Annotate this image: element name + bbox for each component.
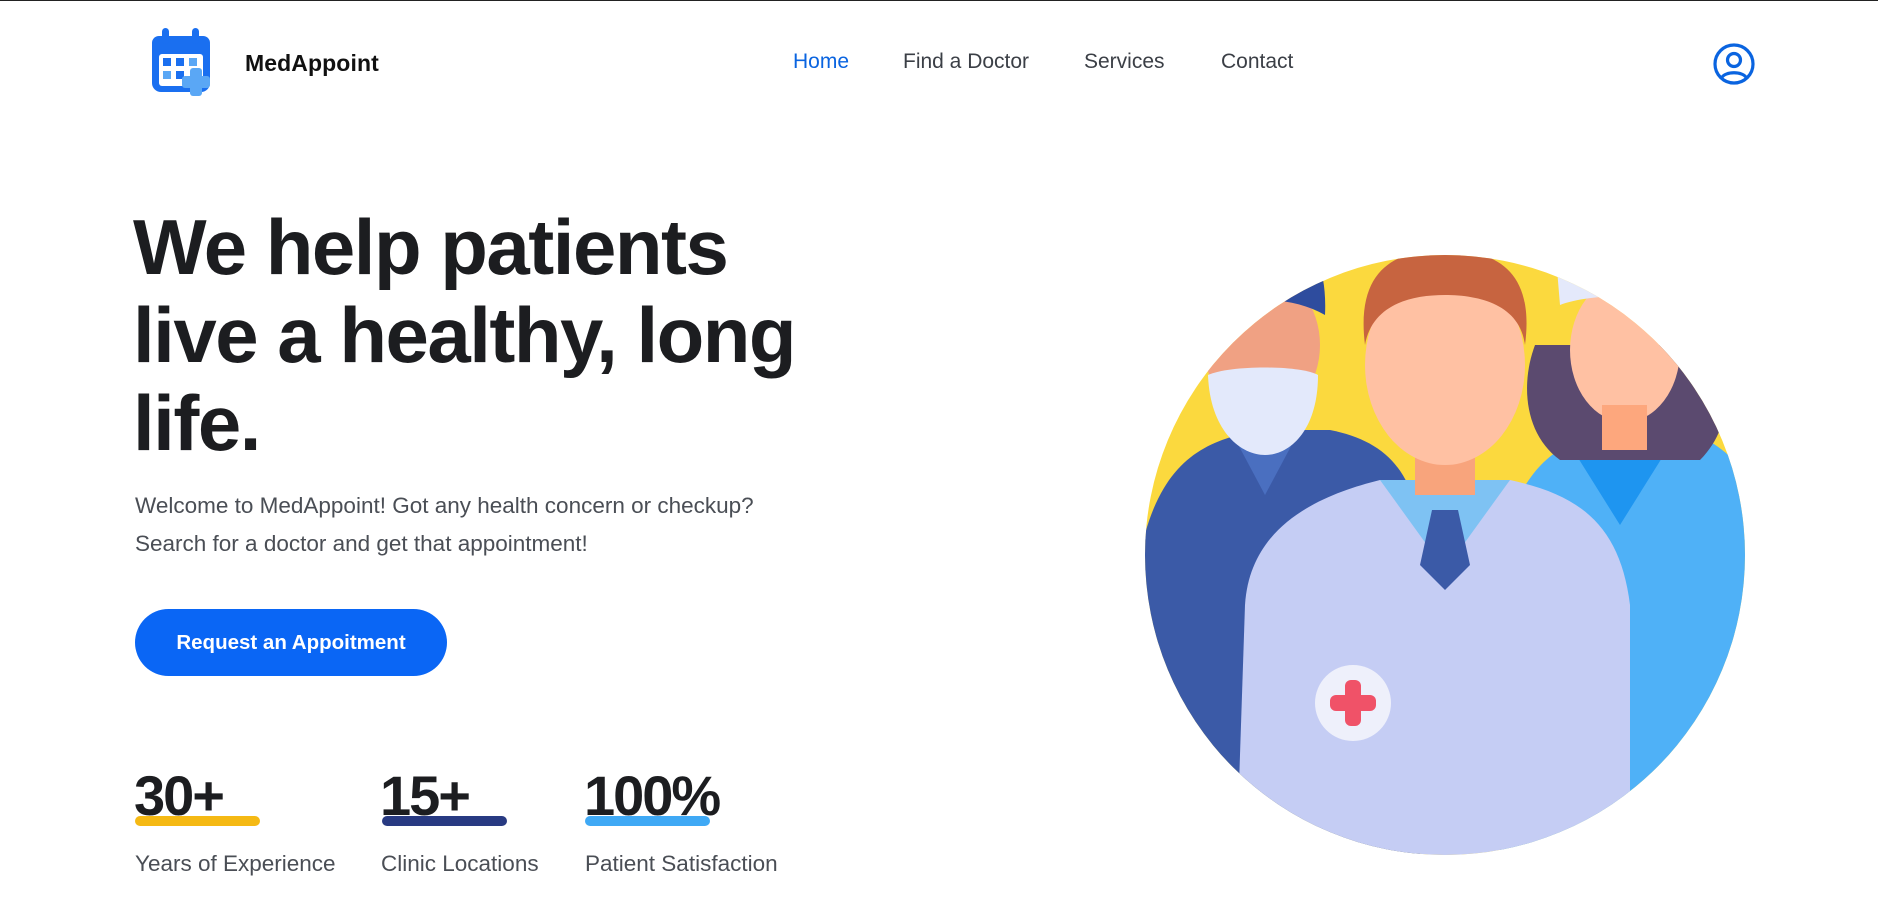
hero-subtitle-line-2: Search for a doctor and get that appoint… [135,531,588,556]
stat-value: 100% [584,764,721,827]
stat-label: Patient Satisfaction [585,851,778,876]
stat-clinic-locations: 15+ Clinic Locations [380,763,539,876]
stat-value: 15+ [380,764,471,827]
nav-find-a-doctor[interactable]: Find a Doctor [903,50,1029,74]
site-header: MedAppoint Home Find a Doctor Services C… [0,0,1878,128]
hero-subtitle-line-1: Welcome to MedAppoint! Got any health co… [135,493,754,518]
request-appointment-button[interactable]: Request an Appoitment [135,609,447,676]
hero-title: We help patients live a healthy, long li… [133,203,797,467]
hero-subtitle: Welcome to MedAppoint! Got any health co… [135,487,835,563]
stat-label: Years of Experience [135,851,336,876]
stat-label: Clinic Locations [381,851,539,876]
stat-patient-satisfaction: 100% Patient Satisfaction [584,763,778,876]
nav-contact[interactable]: Contact [1221,50,1293,74]
nav-services[interactable]: Services [1084,50,1165,74]
user-circle-icon[interactable] [1712,42,1756,86]
main-nav: Home Find a Doctor Services Contact [0,50,1878,80]
medical-staff-illustration [1145,255,1745,855]
stat-years-experience: 30+ Years of Experience [134,763,336,876]
nav-home[interactable]: Home [793,50,849,74]
stat-value: 30+ [134,764,225,827]
